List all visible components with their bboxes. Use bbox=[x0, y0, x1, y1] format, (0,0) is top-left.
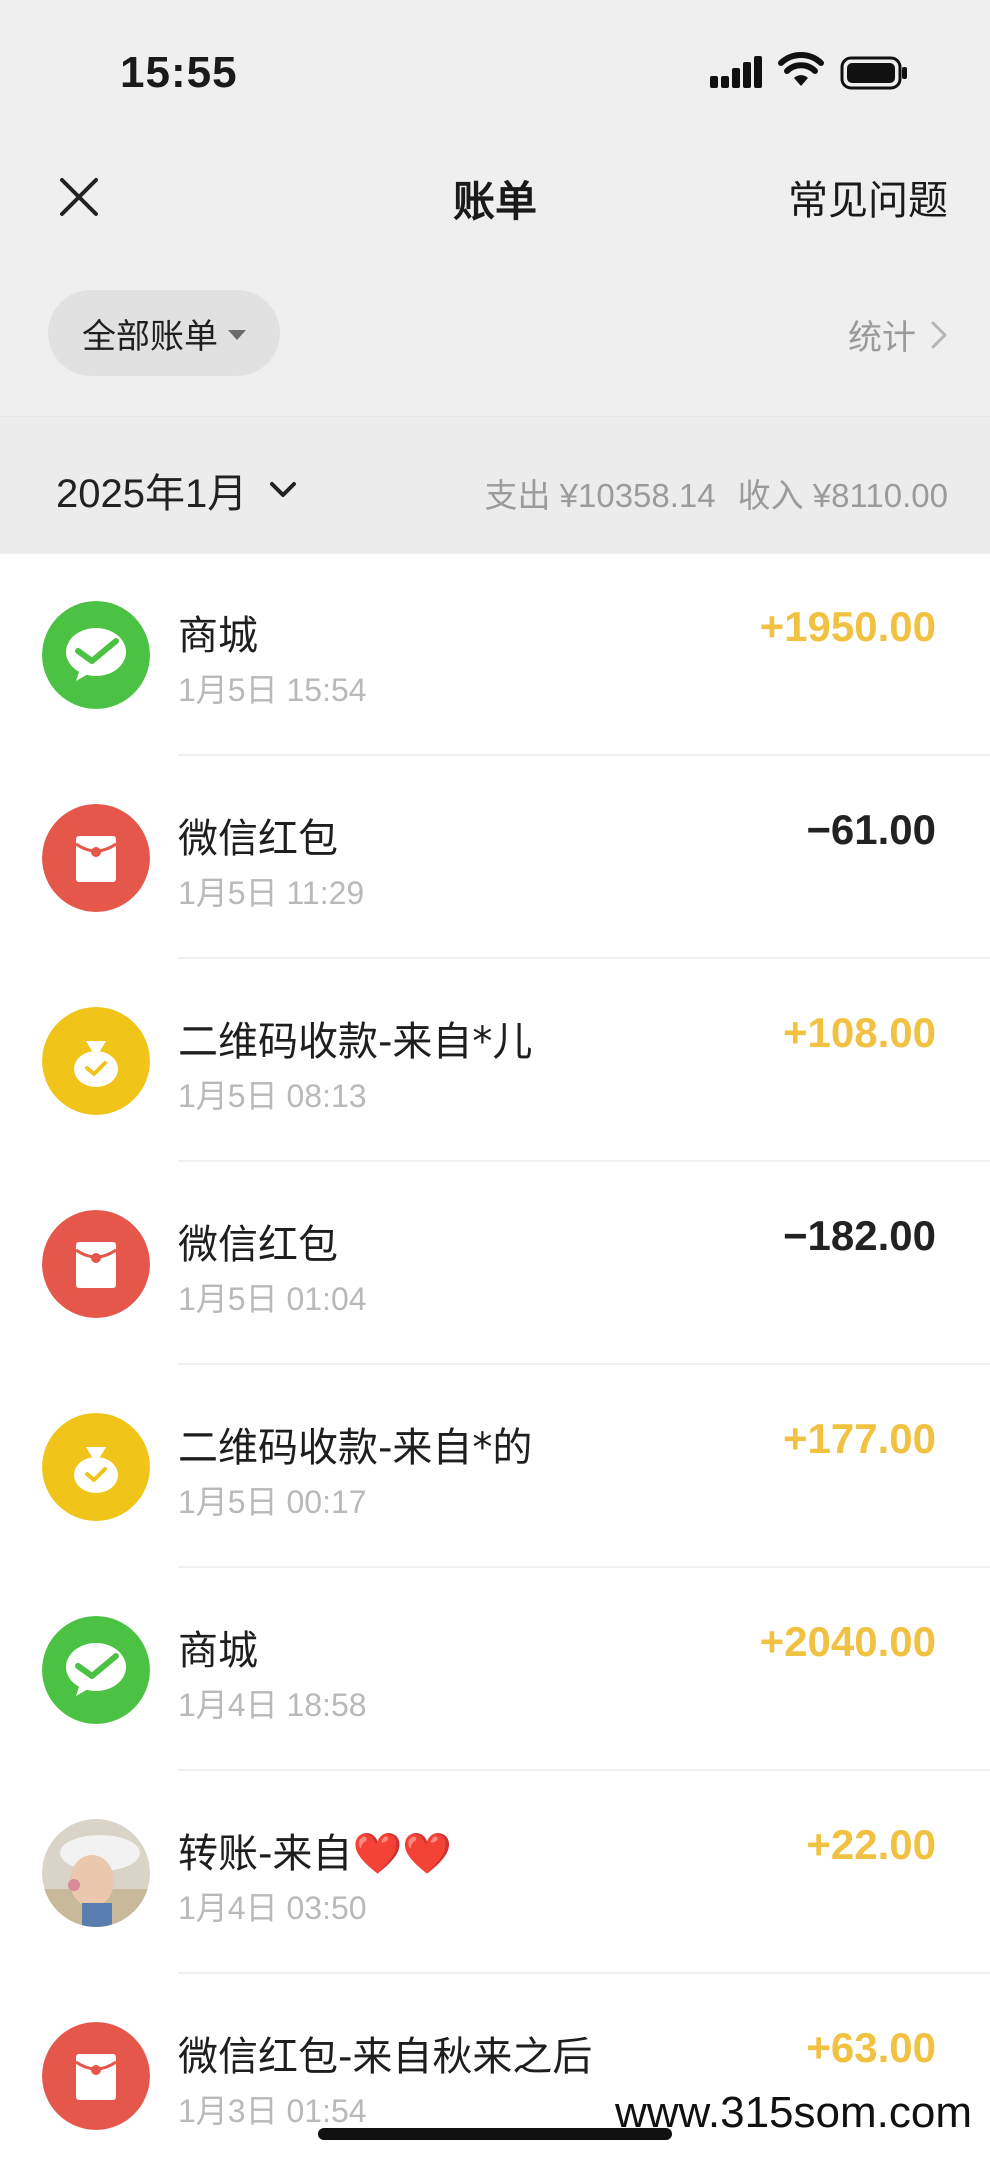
transaction-amount: +22.00 bbox=[806, 1821, 936, 1868]
transaction-time: 1月3日 01:54 bbox=[178, 2093, 367, 2129]
month-expense: 支出 ¥10358.14 bbox=[484, 477, 716, 514]
transaction-time: 1月5日 11:29 bbox=[178, 875, 365, 911]
transaction-row[interactable]: 转账-来自❤️❤️ 1月4日 03:50 +22.00 bbox=[0, 1771, 990, 1974]
transaction-name: 微信红包-来自秋来之后 bbox=[178, 2024, 592, 2082]
month-income: 收入 ¥8110.00 bbox=[737, 477, 948, 514]
transaction-row[interactable]: 微信红包 1月5日 01:04 −182.00 bbox=[0, 1162, 990, 1365]
transaction-row[interactable]: 二维码收款-来自*儿 1月5日 08:13 +108.00 bbox=[0, 959, 990, 1162]
transaction-row[interactable]: 商城 1月5日 15:54 +1950.00 bbox=[0, 553, 990, 756]
transaction-amount: +63.00 bbox=[806, 2024, 936, 2071]
transaction-time: 1月5日 08:13 bbox=[178, 1078, 367, 1114]
transaction-amount: +2040.00 bbox=[759, 1618, 936, 1665]
month-selector[interactable]: 2025年1月 bbox=[56, 461, 297, 519]
transaction-name: 商城 bbox=[178, 1618, 258, 1676]
month-summary: 支出 ¥10358.14 收入 ¥8110.00 bbox=[484, 469, 948, 517]
month-label: 2025年1月 bbox=[56, 472, 248, 516]
month-bar: 2025年1月 支出 ¥10358.14 收入 ¥8110.00 bbox=[0, 416, 990, 554]
transaction-row[interactable]: 二维码收款-来自*的 1月5日 00:17 +177.00 bbox=[0, 1365, 990, 1568]
nav-bar: 账单 常见问题 bbox=[0, 150, 990, 250]
transaction-amount: +108.00 bbox=[783, 1009, 936, 1056]
wifi-icon bbox=[778, 52, 824, 86]
transaction-name-text: 微信红包-来自秋来之后 bbox=[178, 2034, 593, 2080]
qrcode-icon bbox=[42, 1413, 150, 1521]
transaction-amount: −182.00 bbox=[783, 1212, 936, 1259]
caret-down-icon bbox=[228, 330, 246, 340]
redpacket-icon bbox=[42, 804, 150, 912]
transaction-row[interactable]: 微信红包-来自秋来之后 1月3日 01:54 +63.00 bbox=[0, 1974, 990, 2177]
transaction-name-text: 二维码收款-来自*儿 bbox=[178, 1019, 533, 1065]
chevron-right-icon bbox=[931, 321, 947, 348]
transaction-name-text: 商城 bbox=[178, 613, 258, 659]
transaction-name: 二维码收款-来自*的 bbox=[178, 1415, 532, 1473]
signal-icon bbox=[710, 56, 762, 88]
avatar-icon bbox=[42, 1819, 150, 1927]
transaction-amount: +1950.00 bbox=[759, 603, 936, 650]
transaction-name: 微信红包 bbox=[178, 1212, 338, 1270]
transaction-time: 1月5日 15:54 bbox=[178, 672, 367, 708]
transaction-name-text: 转账-来自 bbox=[178, 1831, 353, 1877]
stats-link[interactable]: 统计 bbox=[848, 310, 948, 359]
faq-link[interactable]: 常见问题 bbox=[788, 168, 948, 226]
redpacket-icon bbox=[42, 1210, 150, 1318]
transaction-amount: −61.00 bbox=[806, 806, 936, 853]
home-indicator bbox=[318, 2128, 672, 2140]
transaction-name: 二维码收款-来自*儿 bbox=[178, 1009, 532, 1067]
battery-icon bbox=[840, 56, 907, 90]
transaction-time: 1月5日 00:17 bbox=[178, 1484, 367, 1520]
qrcode-icon bbox=[42, 1007, 150, 1115]
transaction-name: 转账-来自❤️❤️ bbox=[178, 1821, 452, 1879]
transaction-name-text: 二维码收款-来自*的 bbox=[178, 1425, 533, 1471]
bill-filter-dropdown[interactable]: 全部账单 bbox=[48, 290, 280, 376]
redpacket-icon bbox=[42, 2022, 150, 2130]
stats-label: 统计 bbox=[848, 318, 916, 358]
wechat-icon bbox=[42, 1616, 150, 1724]
status-time: 15:55 bbox=[120, 48, 238, 97]
chevron-down-icon bbox=[270, 482, 297, 497]
transaction-amount: +177.00 bbox=[783, 1415, 936, 1462]
transaction-list: 商城 1月5日 15:54 +1950.00 微信红包 1月5日 11:29 −61.00… bbox=[0, 553, 990, 2177]
transaction-time: 1月4日 18:58 bbox=[178, 1687, 367, 1723]
transaction-row[interactable]: 微信红包 1月5日 11:29 −61.00 bbox=[0, 756, 990, 959]
transaction-time: 1月5日 01:04 bbox=[178, 1281, 367, 1317]
wechat-icon bbox=[42, 601, 150, 709]
status-bar: 15:55 bbox=[0, 0, 990, 150]
heart-emoji: ❤️❤️ bbox=[352, 1831, 453, 1877]
transaction-name-text: 微信红包 bbox=[178, 1222, 338, 1268]
transaction-row[interactable]: 商城 1月4日 18:58 +2040.00 bbox=[0, 1568, 990, 1771]
transaction-name-text: 微信红包 bbox=[178, 816, 338, 862]
transaction-time: 1月4日 03:50 bbox=[178, 1890, 367, 1926]
transaction-name-text: 商城 bbox=[178, 1628, 258, 1674]
transaction-name: 微信红包 bbox=[178, 806, 338, 864]
filter-label: 全部账单 bbox=[82, 316, 218, 357]
transaction-name: 商城 bbox=[178, 603, 258, 661]
